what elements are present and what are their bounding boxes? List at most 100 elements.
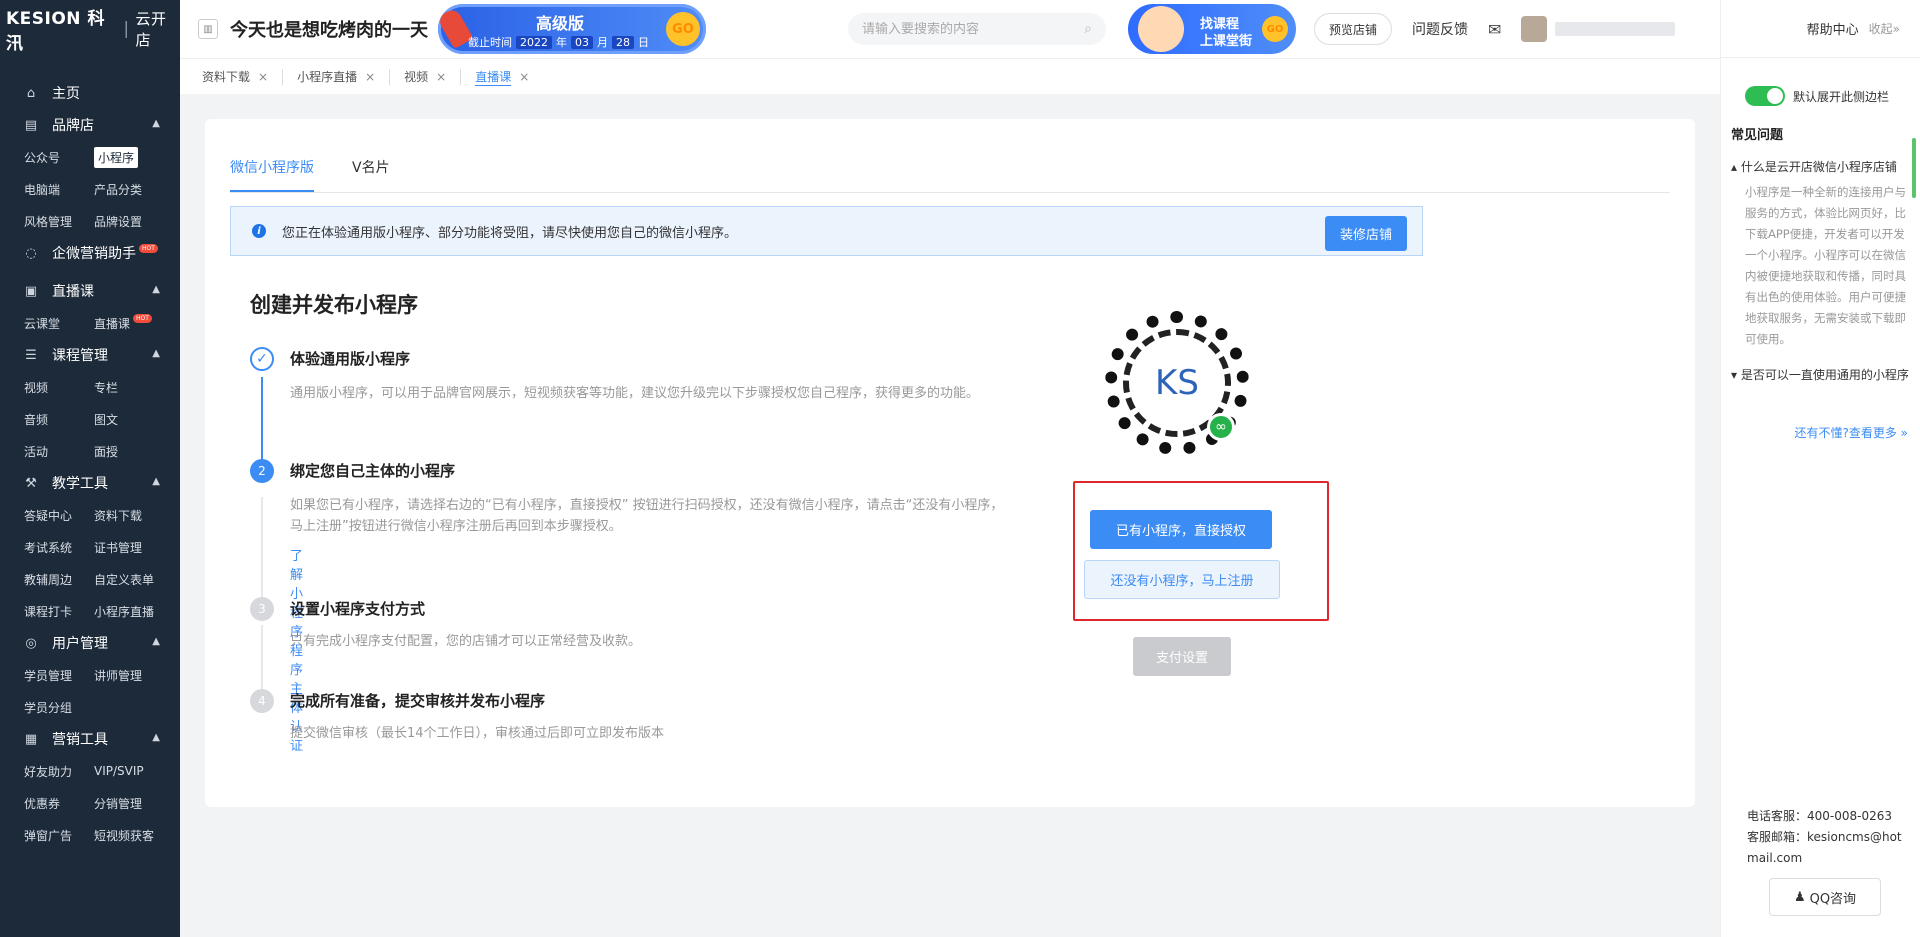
sidebar-item-label: 音频 [24, 412, 49, 427]
close-icon[interactable]: × [258, 70, 268, 84]
user-name-blurred[interactable] [1555, 22, 1676, 36]
sidebar-section-marketing[interactable]: ▦ 营销工具 ▲ [0, 723, 180, 755]
sidebar-item-materials[interactable]: 教辅周边 [24, 563, 94, 595]
sidebar-item-vip[interactable]: VIP/SVIP [94, 755, 174, 787]
vip-banner[interactable]: 高级版 截止时间 2022 年 03 月 28 日 GO [436, 4, 706, 54]
sidebar-item-mini-program[interactable]: 小程序 [94, 141, 174, 173]
sidebar-item-column[interactable]: 专栏 [94, 371, 174, 403]
sidebar-section-live[interactable]: ▣ 直播课 ▲ [0, 275, 180, 307]
gift-icon: ▦ [24, 731, 38, 747]
sidebar-section-course[interactable]: ☰ 课程管理 ▲ [0, 339, 180, 371]
expand-sidebar-toggle[interactable] [1745, 86, 1785, 106]
sidebar-item-students[interactable]: 学员管理 [24, 659, 94, 691]
logo-separator: | [123, 18, 130, 39]
faq-question-1[interactable]: ▴ 什么是云开店微信小程序店铺 [1731, 158, 1911, 176]
sidebar-item-label: 云课堂 [24, 316, 61, 331]
authorize-button[interactable]: 已有小程序，直接授权 [1090, 510, 1272, 549]
payment-settings-button[interactable]: 支付设置 [1133, 637, 1231, 676]
sidebar-item-pc[interactable]: 电脑端 [24, 173, 94, 205]
sidebar-item-friend-help[interactable]: 好友助力 [24, 755, 94, 787]
chevron-up-icon: ▲ [152, 118, 160, 129]
sidebar-item-product-category[interactable]: 产品分类 [94, 173, 174, 205]
scrollbar[interactable] [1912, 138, 1916, 198]
sidebar-item-label: 视频 [24, 380, 49, 395]
course-go-button[interactable]: GO [1262, 16, 1288, 42]
close-icon[interactable]: × [365, 70, 375, 84]
collapse-button[interactable]: 收起» [1869, 20, 1900, 37]
sidebar-item-check-in[interactable]: 课程打卡 [24, 595, 94, 627]
decorate-store-button[interactable]: 装修店铺 [1324, 216, 1407, 251]
sidebar-item-brand-settings[interactable]: 品牌设置 [94, 205, 174, 237]
search-input[interactable] [862, 21, 1085, 37]
sidebar-item-home[interactable]: ⌂ 主页 [0, 77, 180, 109]
sidebar-item-label: 弹窗广告 [24, 828, 73, 843]
tab-mini-live[interactable]: 小程序直播 × [297, 68, 391, 85]
sidebar-item-downloads[interactable]: 资料下载 [94, 499, 174, 531]
sidebar-item-activity[interactable]: 活动 [24, 435, 94, 467]
sidebar-item-official-account[interactable]: 公众号 [24, 141, 94, 173]
sidebar-section-users[interactable]: ◎ 用户管理 ▲ [0, 627, 180, 659]
sidebar-item-mini-live[interactable]: 小程序直播 [94, 595, 174, 627]
vip-go-button[interactable]: GO [666, 12, 700, 46]
sidebar-item-live-class[interactable]: 直播课 HOT [94, 307, 174, 339]
user-icon: ◎ [25, 635, 37, 651]
search-box[interactable]: ⌕ [848, 13, 1106, 45]
sidebar-item-label: 图文 [94, 412, 119, 427]
sidebar-item-popup-ads[interactable]: 弹窗广告 [24, 819, 94, 851]
mail-icon[interactable]: ✉ [1488, 20, 1501, 39]
page-title: 创建并发布小程序 [250, 293, 418, 317]
sidebar-section-teaching-tools[interactable]: ⚒ 教学工具 ▲ [0, 467, 180, 499]
faq-question-2[interactable]: ▾ 是否可以一直使用通用的小程序 [1731, 366, 1911, 384]
sidebar-item-short-video[interactable]: 短视频获客 [94, 819, 174, 851]
sidebar-section-wecom[interactable]: ◌ 企微营销助手 HOT [0, 237, 180, 269]
sidebar-section-label: 教学工具 [52, 476, 108, 492]
close-icon[interactable]: × [519, 70, 529, 84]
register-button[interactable]: 还没有小程序，马上注册 [1084, 560, 1280, 599]
logo[interactable]: KESION 科汛 | 云开店 [0, 0, 180, 57]
tab-wechat-mini[interactable]: 微信小程序版 [230, 157, 314, 192]
sidebar-item-label: 小程序直播 [94, 604, 155, 619]
sidebar-item-certificate[interactable]: 证书管理 [94, 531, 174, 563]
course-banner[interactable]: 找课程 上课堂街 GO [1128, 4, 1296, 54]
tab-v-card[interactable]: V名片 [352, 157, 390, 192]
view-more-link[interactable]: 还有不懂?查看更多 » [1794, 424, 1908, 441]
chevron-up-icon: ▲ [152, 476, 160, 487]
tab-live-class[interactable]: 直播课 × [475, 69, 543, 86]
feedback-link[interactable]: 问题反馈 [1412, 19, 1468, 39]
vip-deadline: 截止时间 2022 年 03 月 28 日 [468, 34, 649, 50]
tab-downloads[interactable]: 资料下载 × [202, 68, 284, 85]
qq-consult-button[interactable]: ♟ QQ咨询 [1769, 878, 1881, 916]
chevron-up-icon: ▲ [152, 732, 160, 743]
sidebar-section-brand-store[interactable]: ▤ 品牌店 ▲ [0, 109, 180, 141]
sidebar-item-label: 学员管理 [24, 668, 73, 683]
tab-video[interactable]: 视频 × [404, 68, 462, 85]
sidebar-item-exam[interactable]: 考试系统 [24, 531, 94, 563]
sidebar-item-distribution[interactable]: 分销管理 [94, 787, 174, 819]
sidebar-item-groups[interactable]: 学员分组 [24, 691, 94, 723]
close-icon[interactable]: × [436, 70, 446, 84]
sidebar-item-coupons[interactable]: 优惠券 [24, 787, 94, 819]
shop-icon[interactable]: ▥ [198, 19, 218, 39]
info-icon: i [252, 224, 266, 238]
sidebar: KESION 科汛 | 云开店 ⌂ 主页 ▤ 品牌店 ▲ 公众号 小程序 电脑端… [0, 0, 180, 937]
highlight-box [1073, 481, 1329, 621]
qr-logo: KS [1135, 341, 1219, 425]
search-icon[interactable]: ⌕ [1084, 21, 1092, 37]
home-icon: ⌂ [26, 85, 36, 101]
avatar[interactable] [1521, 16, 1548, 42]
sidebar-item-video[interactable]: 视频 [24, 371, 94, 403]
sidebar-item-custom-form[interactable]: 自定义表单 [94, 563, 174, 595]
sidebar-item-article[interactable]: 图文 [94, 403, 174, 435]
preview-store-button[interactable]: 预览店铺 [1314, 13, 1393, 45]
sidebar-section-label: 用户管理 [52, 636, 108, 652]
sidebar-item-style[interactable]: 风格管理 [24, 205, 94, 237]
check-icon: ✓ [250, 347, 274, 371]
sidebar-item-audio[interactable]: 音频 [24, 403, 94, 435]
sidebar-item-qa[interactable]: 答疑中心 [24, 499, 94, 531]
deadline-day: 28 [612, 35, 634, 49]
sidebar-item-label: 小程序 [94, 146, 139, 168]
sidebar-item-teachers[interactable]: 讲师管理 [94, 659, 174, 691]
sidebar-item-cloud-class[interactable]: 云课堂 [24, 307, 94, 339]
sidebar-item-label: 优惠券 [24, 796, 61, 811]
sidebar-item-offline[interactable]: 面授 [94, 435, 174, 467]
